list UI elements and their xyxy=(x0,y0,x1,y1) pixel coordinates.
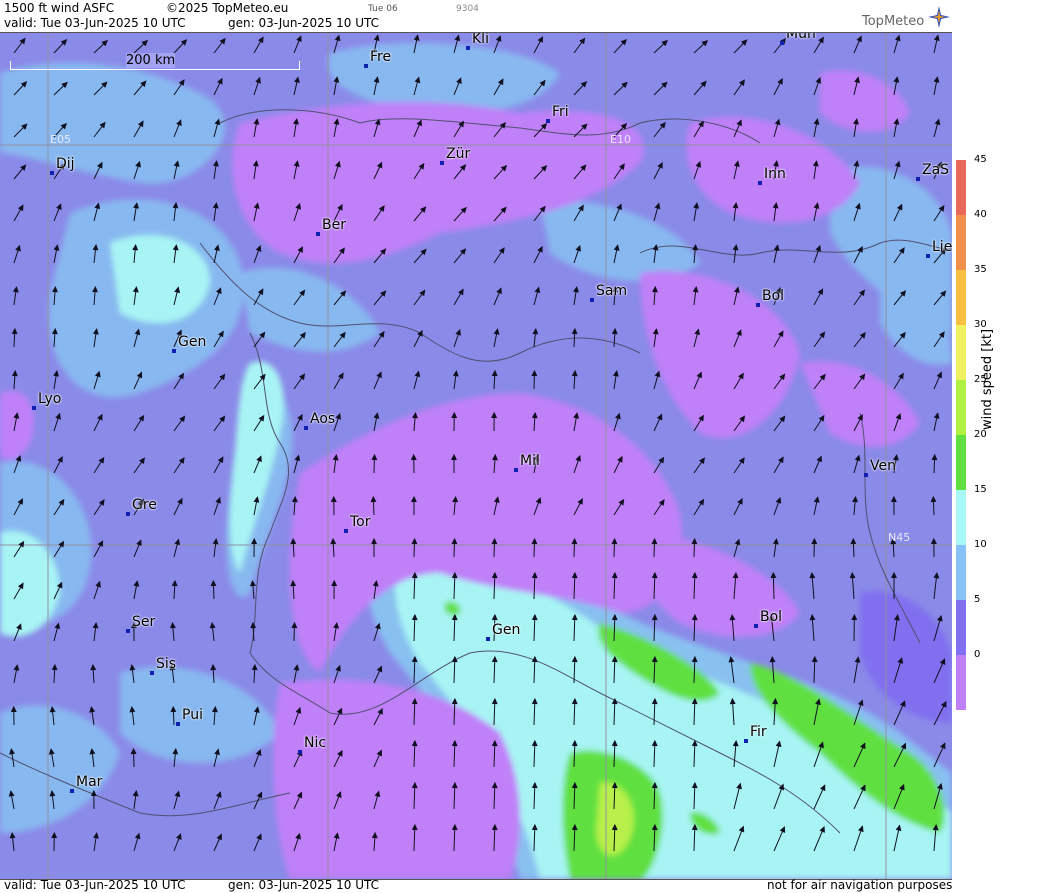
grid-label-n45: N45 xyxy=(888,531,911,544)
city-label: Gre xyxy=(132,497,157,513)
legend-color-cell xyxy=(956,435,966,490)
city-marker xyxy=(916,177,920,181)
legend-color-cell xyxy=(956,655,966,710)
legend-color-cell xyxy=(956,215,966,270)
city-label: Bol xyxy=(760,609,783,625)
city-marker xyxy=(344,529,348,533)
city-label: Inn xyxy=(764,166,786,182)
wind-speed-legend xyxy=(956,160,966,710)
city-marker xyxy=(864,473,868,477)
product-title: 1500 ft wind ASFC xyxy=(4,1,115,15)
legend-color-cell xyxy=(956,160,966,215)
city-marker xyxy=(590,298,594,302)
legend-color-cell xyxy=(956,600,966,655)
compass-star-icon xyxy=(928,6,950,28)
legend-tick-label: 20 xyxy=(974,429,987,440)
city-marker xyxy=(780,41,784,45)
footer-disclaimer: not for air navigation purposes xyxy=(767,878,953,892)
city-label: Bol xyxy=(762,288,785,304)
day-tab[interactable]: Tue 06 xyxy=(368,4,398,14)
city-marker xyxy=(316,232,320,236)
city-marker xyxy=(70,789,74,793)
city-label: Dij xyxy=(56,156,75,172)
city-label: ZaS xyxy=(922,162,950,178)
valid-time: valid: Tue 03-Jun-2025 10 UTC xyxy=(4,16,186,30)
legend-tick-label: 10 xyxy=(974,539,987,550)
legend-color-cell xyxy=(956,380,966,435)
city-label: Sam xyxy=(596,283,628,299)
city-marker xyxy=(304,426,308,430)
city-label: Aos xyxy=(310,411,336,427)
legend-tick-label: 35 xyxy=(974,264,987,275)
city-marker xyxy=(298,750,302,754)
wind-map-canvas xyxy=(0,33,952,879)
grid-label-e05: E05 xyxy=(50,133,71,146)
city-marker xyxy=(756,303,760,307)
city-label: Lie xyxy=(932,239,952,255)
legend-color-cell xyxy=(956,545,966,600)
city-marker xyxy=(754,624,758,628)
legend-tick-label: 15 xyxy=(974,484,987,495)
legend-title: wind speed [kt] xyxy=(980,328,995,430)
legend-tick-label: 45 xyxy=(974,154,987,165)
legend-color-cell xyxy=(956,325,966,380)
city-marker xyxy=(150,671,154,675)
city-label: Nic xyxy=(304,735,327,751)
legend-tick-label: 0 xyxy=(974,649,981,660)
city-marker xyxy=(364,64,368,68)
city-label: Zür xyxy=(446,146,471,162)
city-label: Fre xyxy=(370,49,392,65)
city-marker xyxy=(126,629,130,633)
city-label: Pui xyxy=(182,707,203,723)
footer-valid: valid: Tue 03-Jun-2025 10 UTC xyxy=(4,878,186,892)
city-label: Mar xyxy=(76,774,103,790)
footer-gen: gen: 03-Jun-2025 10 UTC xyxy=(228,878,380,892)
legend-color-cell xyxy=(956,490,966,545)
city-label: Ser xyxy=(132,614,156,630)
run-code: 9304 xyxy=(456,4,479,14)
legend-tick-label: 40 xyxy=(974,209,987,220)
legend-color-cell xyxy=(956,270,966,325)
city-label: Mil xyxy=(520,453,540,469)
city-marker xyxy=(50,171,54,175)
city-marker xyxy=(514,468,518,472)
city-label: Gen xyxy=(492,622,521,638)
city-label: Sis xyxy=(156,656,177,672)
city-marker xyxy=(546,119,550,123)
city-marker xyxy=(758,181,762,185)
city-label: Lyo xyxy=(38,391,62,407)
city-label: Kli xyxy=(472,32,489,47)
grid-label-e10: E10 xyxy=(610,133,631,146)
city-label: Tor xyxy=(350,514,371,530)
city-marker xyxy=(466,46,470,50)
copyright: ©2025 TopMeteo.eu xyxy=(166,1,289,15)
city-label: Ven xyxy=(870,458,896,474)
city-marker xyxy=(926,254,930,258)
city-label: Ber xyxy=(322,217,346,233)
topmeteo-logo: TopMeteo xyxy=(862,14,925,29)
city-marker xyxy=(744,739,748,743)
city-marker xyxy=(172,349,176,353)
gen-time: gen: 03-Jun-2025 10 UTC xyxy=(228,16,380,30)
city-label: Fir xyxy=(750,724,767,740)
city-marker xyxy=(440,161,444,165)
city-label: Gen xyxy=(178,334,207,350)
city-marker xyxy=(126,512,130,516)
scale-label: 200 km xyxy=(126,53,176,68)
legend-tick-label: 5 xyxy=(974,594,981,605)
wind-map[interactable]: 200 km E05 E10 N45 Kli Mün Fre Fri Dij Zür Inn… xyxy=(0,32,952,880)
city-marker xyxy=(176,722,180,726)
city-label: Fri xyxy=(552,104,569,120)
city-label: Mün xyxy=(786,32,816,42)
city-marker xyxy=(32,406,36,410)
city-marker xyxy=(486,637,490,641)
